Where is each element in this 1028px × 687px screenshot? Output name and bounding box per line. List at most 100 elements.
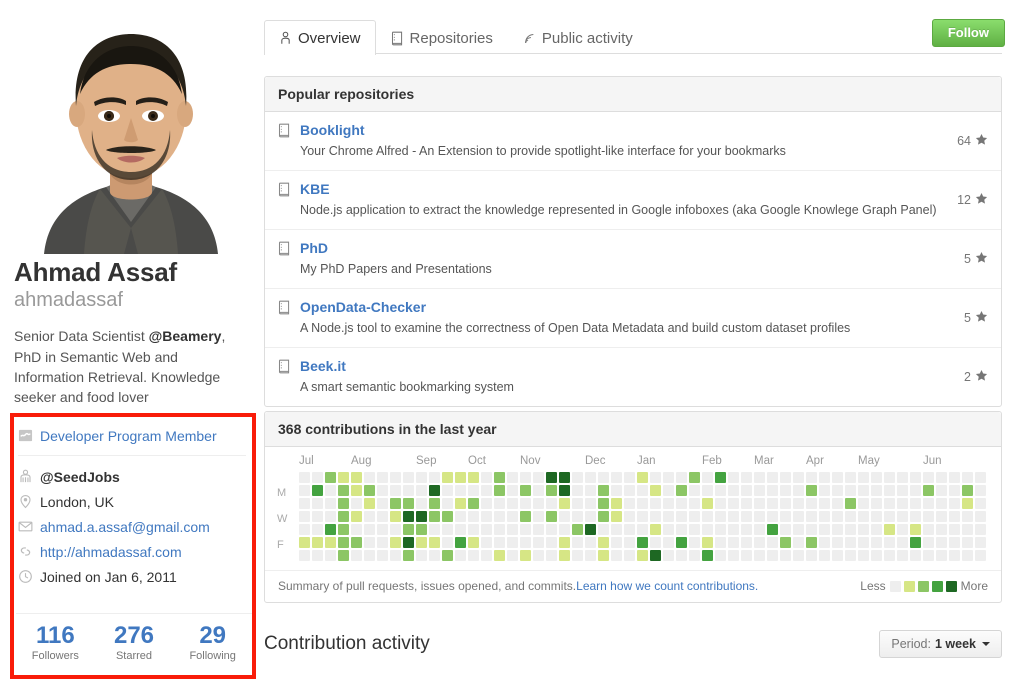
- contribution-day-cell[interactable]: [559, 498, 570, 509]
- contribution-day-cell[interactable]: [338, 498, 349, 509]
- contribution-day-cell[interactable]: [910, 537, 921, 548]
- contribution-day-cell[interactable]: [364, 524, 375, 535]
- contribution-day-cell[interactable]: [689, 537, 700, 548]
- contribution-day-cell[interactable]: [442, 472, 453, 483]
- contribution-day-cell[interactable]: [663, 498, 674, 509]
- contribution-day-cell[interactable]: [312, 498, 323, 509]
- contribution-day-cell[interactable]: [442, 524, 453, 535]
- contribution-day-cell[interactable]: [299, 472, 310, 483]
- contribution-day-cell[interactable]: [598, 550, 609, 561]
- contribution-day-cell[interactable]: [975, 472, 986, 483]
- contribution-day-cell[interactable]: [559, 511, 570, 522]
- contribution-day-cell[interactable]: [793, 498, 804, 509]
- contribution-day-cell[interactable]: [442, 537, 453, 548]
- contribution-day-cell[interactable]: [546, 550, 557, 561]
- contribution-day-cell[interactable]: [494, 485, 505, 496]
- tab-public-activity[interactable]: Public activity: [508, 20, 648, 55]
- contribution-day-cell[interactable]: [520, 472, 531, 483]
- contribution-day-cell[interactable]: [299, 485, 310, 496]
- contribution-day-cell[interactable]: [923, 537, 934, 548]
- contribution-day-cell[interactable]: [624, 511, 635, 522]
- contribution-day-cell[interactable]: [611, 537, 622, 548]
- contribution-day-cell[interactable]: [741, 485, 752, 496]
- contribution-day-cell[interactable]: [728, 472, 739, 483]
- contribution-day-cell[interactable]: [715, 537, 726, 548]
- contribution-day-cell[interactable]: [481, 485, 492, 496]
- contribution-day-cell[interactable]: [871, 498, 882, 509]
- contribution-day-cell[interactable]: [858, 498, 869, 509]
- contribution-day-cell[interactable]: [468, 537, 479, 548]
- contribution-day-cell[interactable]: [520, 511, 531, 522]
- contribution-day-cell[interactable]: [858, 524, 869, 535]
- contribution-day-cell[interactable]: [390, 472, 401, 483]
- contribution-day-cell[interactable]: [351, 550, 362, 561]
- repository-star-count[interactable]: 2: [954, 369, 988, 385]
- contribution-day-cell[interactable]: [663, 472, 674, 483]
- contribution-day-cell[interactable]: [377, 550, 388, 561]
- contribution-day-cell[interactable]: [767, 550, 778, 561]
- contribution-day-cell[interactable]: [780, 550, 791, 561]
- contribution-day-cell[interactable]: [299, 511, 310, 522]
- contribution-day-cell[interactable]: [507, 498, 518, 509]
- contribution-day-cell[interactable]: [689, 550, 700, 561]
- contribution-day-cell[interactable]: [676, 550, 687, 561]
- contribution-day-cell[interactable]: [884, 498, 895, 509]
- contribution-day-cell[interactable]: [910, 498, 921, 509]
- contribution-day-cell[interactable]: [507, 524, 518, 535]
- contribution-day-cell[interactable]: [936, 498, 947, 509]
- contribution-day-cell[interactable]: [832, 524, 843, 535]
- contribution-day-cell[interactable]: [702, 498, 713, 509]
- detail-row-text[interactable]: @SeedJobs: [40, 469, 120, 485]
- contribution-day-cell[interactable]: [637, 537, 648, 548]
- contribution-day-cell[interactable]: [364, 511, 375, 522]
- contribution-day-cell[interactable]: [533, 537, 544, 548]
- period-selector[interactable]: Period: 1 week: [879, 630, 1002, 658]
- contribution-day-cell[interactable]: [975, 498, 986, 509]
- contribution-day-cell[interactable]: [897, 537, 908, 548]
- contribution-day-cell[interactable]: [780, 472, 791, 483]
- contribution-day-cell[interactable]: [585, 511, 596, 522]
- contribution-day-cell[interactable]: [559, 524, 570, 535]
- contribution-day-cell[interactable]: [793, 537, 804, 548]
- contribution-day-cell[interactable]: [663, 485, 674, 496]
- stat-followers[interactable]: 116 Followers: [16, 623, 95, 662]
- contribution-day-cell[interactable]: [923, 550, 934, 561]
- contribution-day-cell[interactable]: [403, 485, 414, 496]
- contribution-day-cell[interactable]: [416, 472, 427, 483]
- contribution-day-cell[interactable]: [624, 550, 635, 561]
- contribution-day-cell[interactable]: [949, 472, 960, 483]
- contribution-day-cell[interactable]: [364, 550, 375, 561]
- contribution-day-cell[interactable]: [325, 524, 336, 535]
- contribution-day-cell[interactable]: [793, 550, 804, 561]
- repository-name-link[interactable]: KBE: [300, 180, 947, 199]
- contribution-day-cell[interactable]: [923, 524, 934, 535]
- contribution-day-cell[interactable]: [676, 537, 687, 548]
- contribution-day-cell[interactable]: [520, 550, 531, 561]
- detail-row-email[interactable]: ahmad.a.assaf@gmail.com: [18, 514, 250, 539]
- contribution-day-cell[interactable]: [754, 472, 765, 483]
- contribution-day-cell[interactable]: [494, 511, 505, 522]
- contribution-day-cell[interactable]: [949, 511, 960, 522]
- contribution-day-cell[interactable]: [806, 485, 817, 496]
- contribution-day-cell[interactable]: [754, 537, 765, 548]
- contribution-day-cell[interactable]: [611, 524, 622, 535]
- contribution-day-cell[interactable]: [520, 498, 531, 509]
- contribution-day-cell[interactable]: [442, 498, 453, 509]
- repository-name-link[interactable]: OpenData-Checker: [300, 298, 954, 317]
- contribution-day-cell[interactable]: [637, 524, 648, 535]
- contribution-day-cell[interactable]: [325, 472, 336, 483]
- contribution-day-cell[interactable]: [325, 498, 336, 509]
- contribution-day-cell[interactable]: [585, 485, 596, 496]
- contribution-day-cell[interactable]: [819, 537, 830, 548]
- contribution-day-cell[interactable]: [910, 524, 921, 535]
- contribution-day-cell[interactable]: [936, 550, 947, 561]
- repository-star-count[interactable]: 64: [947, 133, 988, 149]
- contribution-day-cell[interactable]: [390, 537, 401, 548]
- contribution-day-cell[interactable]: [910, 550, 921, 561]
- contribution-day-cell[interactable]: [494, 550, 505, 561]
- contribution-day-cell[interactable]: [338, 550, 349, 561]
- contribution-day-cell[interactable]: [312, 485, 323, 496]
- contribution-day-cell[interactable]: [624, 537, 635, 548]
- contribution-day-cell[interactable]: [507, 550, 518, 561]
- repository-row[interactable]: Beek.it A smart semantic bookmarking syst…: [265, 347, 1001, 406]
